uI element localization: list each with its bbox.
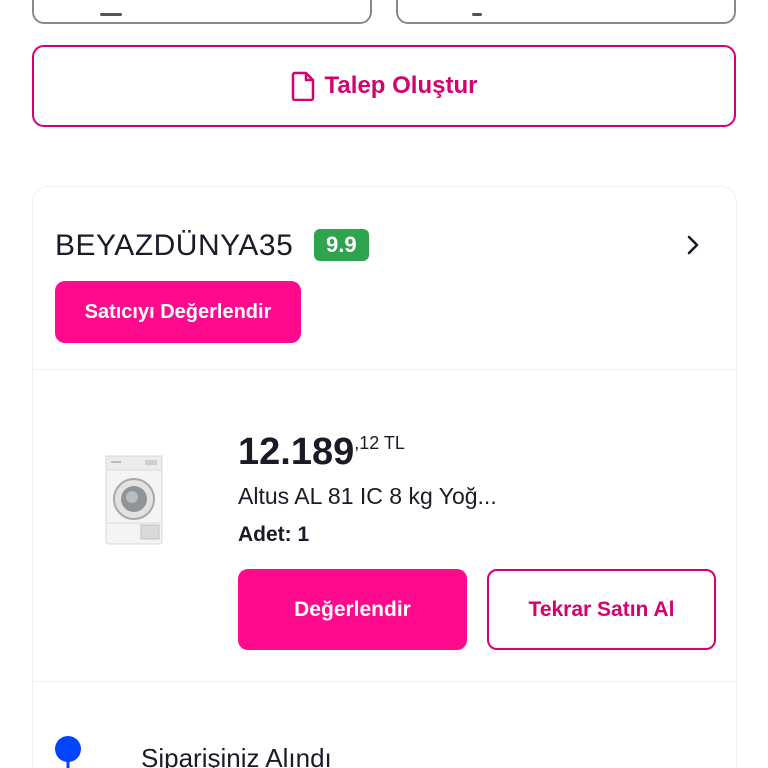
quantity-label: Adet: (238, 523, 298, 546)
rate-product-button[interactable]: Değerlendir (238, 569, 467, 650)
order-detail-page: Talep Oluştur BEYAZDÜNYA35 9.9 Satıcıyı … (0, 0, 768, 768)
order-card: BEYAZDÜNYA35 9.9 Satıcıyı Değerlendir 12… (32, 186, 737, 768)
document-icon (291, 71, 314, 101)
top-right-button[interactable] (396, 0, 736, 24)
divider (33, 681, 736, 682)
seller-score-badge: 9.9 (314, 229, 369, 261)
create-request-label: Talep Oluştur (324, 72, 478, 99)
price-main: 12.189 (238, 431, 355, 473)
location-pin-icon (55, 736, 81, 768)
price-fraction: ,12 TL (354, 433, 405, 453)
create-request-button[interactable]: Talep Oluştur (32, 45, 736, 127)
product-image[interactable] (105, 455, 163, 545)
top-left-button[interactable] (32, 0, 372, 24)
product-price: 12.189 ,12 TL (238, 431, 405, 473)
button-icon (100, 13, 122, 16)
buy-again-button[interactable]: Tekrar Satın Al (487, 569, 716, 650)
order-status-label: Siparişiniz Alındı (141, 743, 332, 768)
seller-name[interactable]: BEYAZDÜNYA35 (55, 229, 293, 263)
divider (33, 369, 736, 370)
quantity-value: 1 (297, 523, 310, 546)
chevron-right-icon[interactable] (683, 233, 703, 257)
product-title[interactable]: Altus AL 81 IC 8 kg Yoğ... (238, 483, 497, 510)
button-icon (472, 13, 482, 16)
rate-seller-button[interactable]: Satıcıyı Değerlendir (55, 281, 301, 343)
product-quantity: Adet: 1 (238, 523, 309, 547)
